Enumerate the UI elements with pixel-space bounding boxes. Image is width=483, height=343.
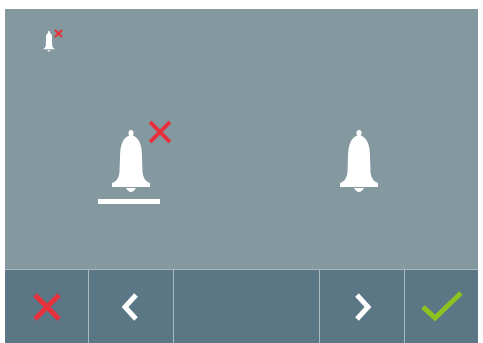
bell-icon [112, 130, 150, 192]
status-bell-muted-icon [35, 27, 67, 63]
chevron-left-icon [121, 293, 138, 321]
confirm-button[interactable] [405, 270, 478, 343]
checkmark-icon [420, 291, 463, 322]
chevron-right-icon [355, 293, 372, 321]
main-area [5, 9, 478, 268]
toolbar-empty-slot [174, 270, 319, 343]
previous-button[interactable] [89, 270, 173, 343]
close-icon [32, 293, 61, 321]
screen [5, 9, 478, 343]
close-icon [54, 29, 63, 38]
option-bell[interactable] [320, 117, 410, 217]
selection-indicator [98, 199, 160, 204]
bell-icon [43, 31, 55, 52]
toolbar [5, 269, 478, 343]
bell-icon [340, 130, 378, 192]
close-icon [148, 120, 172, 144]
cancel-button[interactable] [5, 270, 88, 343]
next-button[interactable] [320, 270, 404, 343]
